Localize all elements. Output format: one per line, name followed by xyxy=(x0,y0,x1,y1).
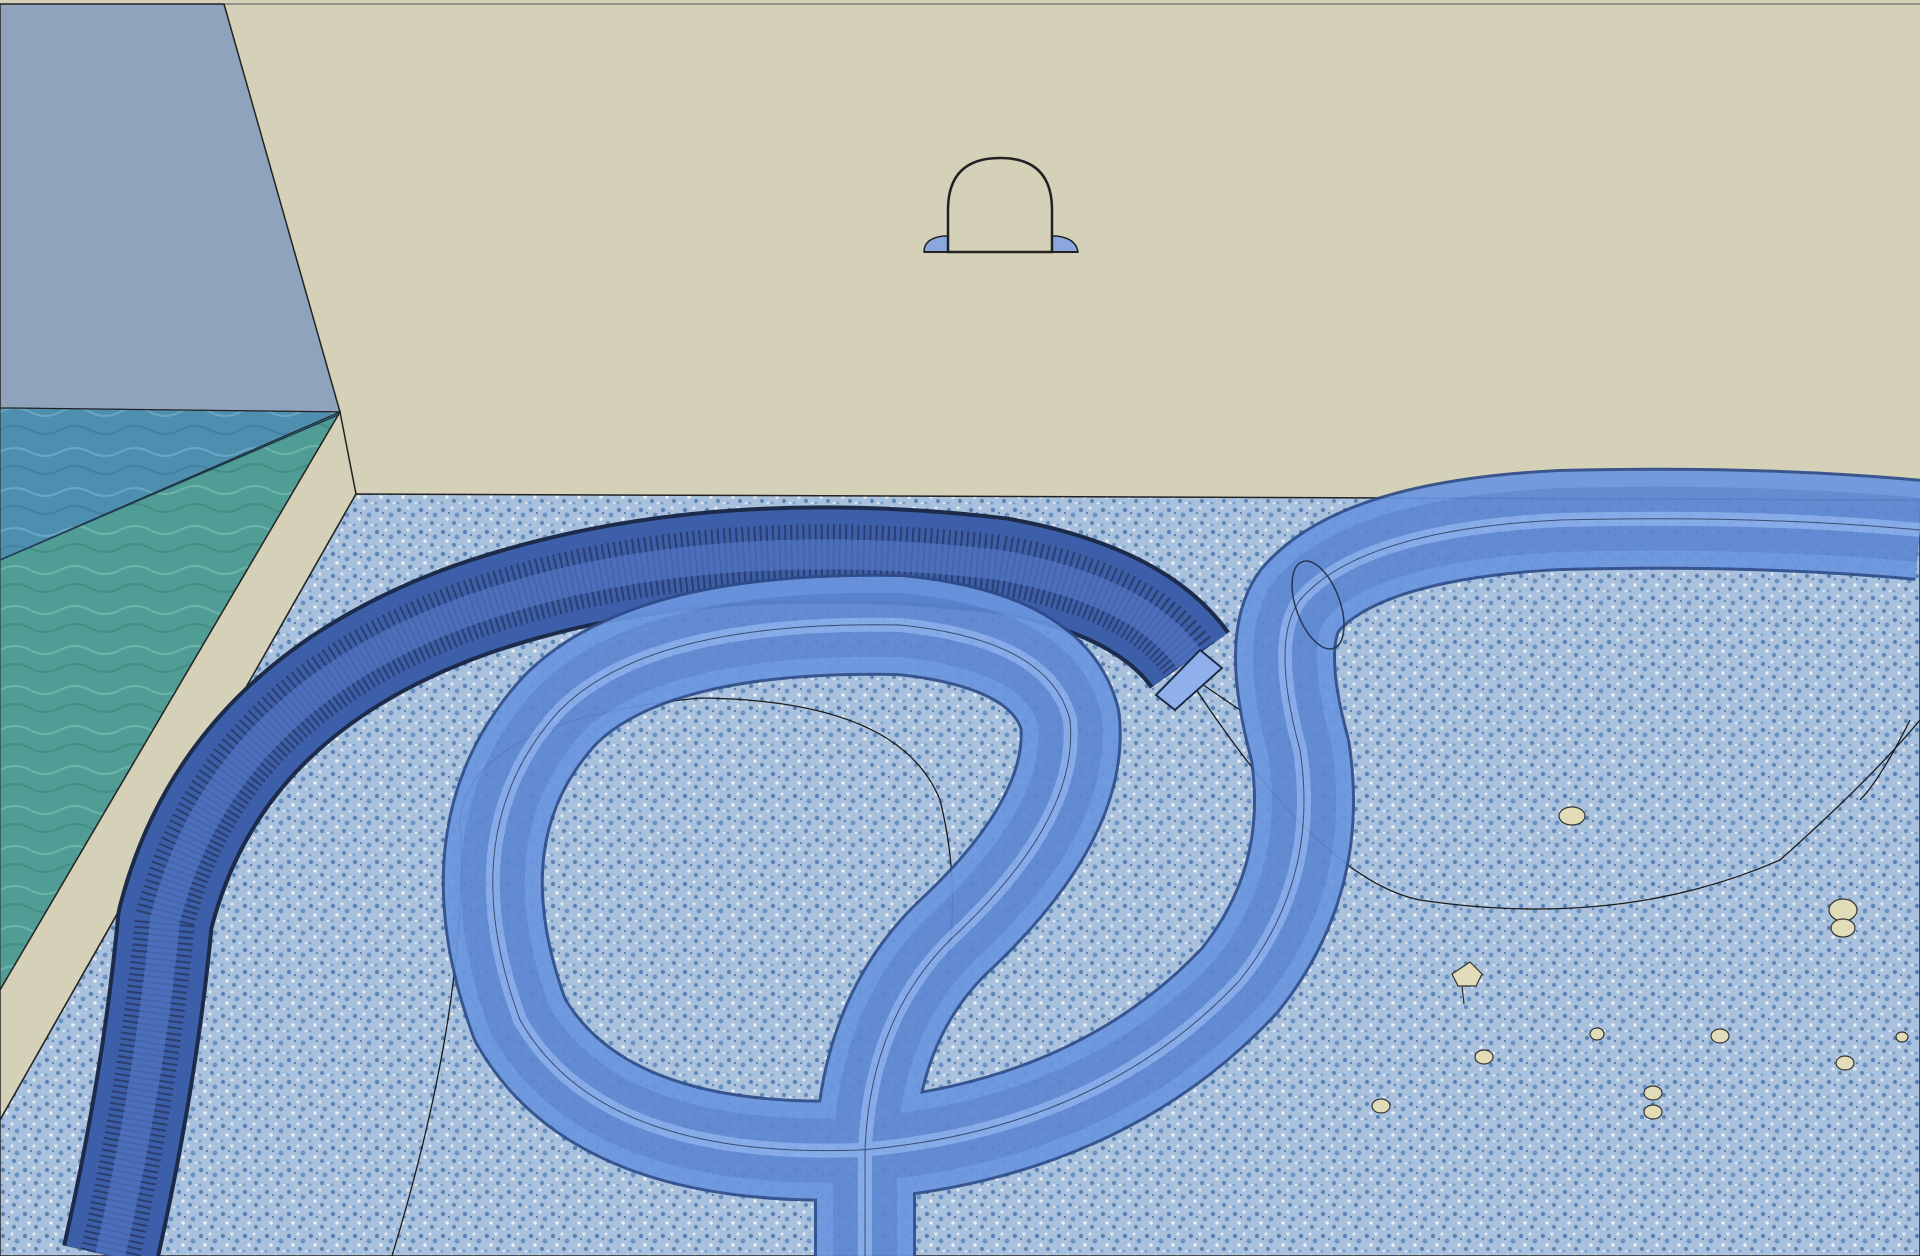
modeling-viewport[interactable] xyxy=(0,0,1920,1256)
